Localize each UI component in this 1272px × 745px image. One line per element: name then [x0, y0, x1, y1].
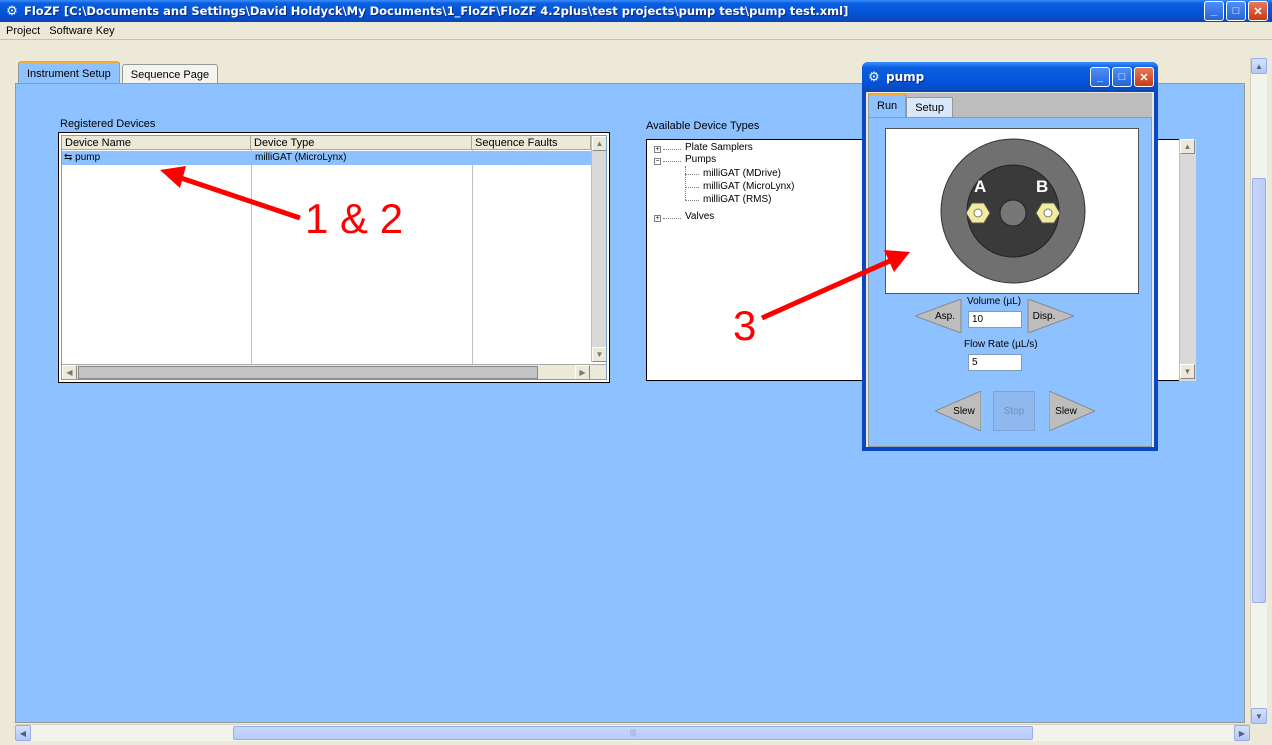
annotation-arrows [160, 166, 910, 321]
arrow-1-2-head [160, 166, 186, 188]
arrow-3 [760, 257, 894, 321]
arrow-1-2 [177, 174, 301, 221]
annotation-3: 3 [733, 302, 757, 349]
annotation-1-and-2: 1 & 2 [305, 195, 404, 242]
